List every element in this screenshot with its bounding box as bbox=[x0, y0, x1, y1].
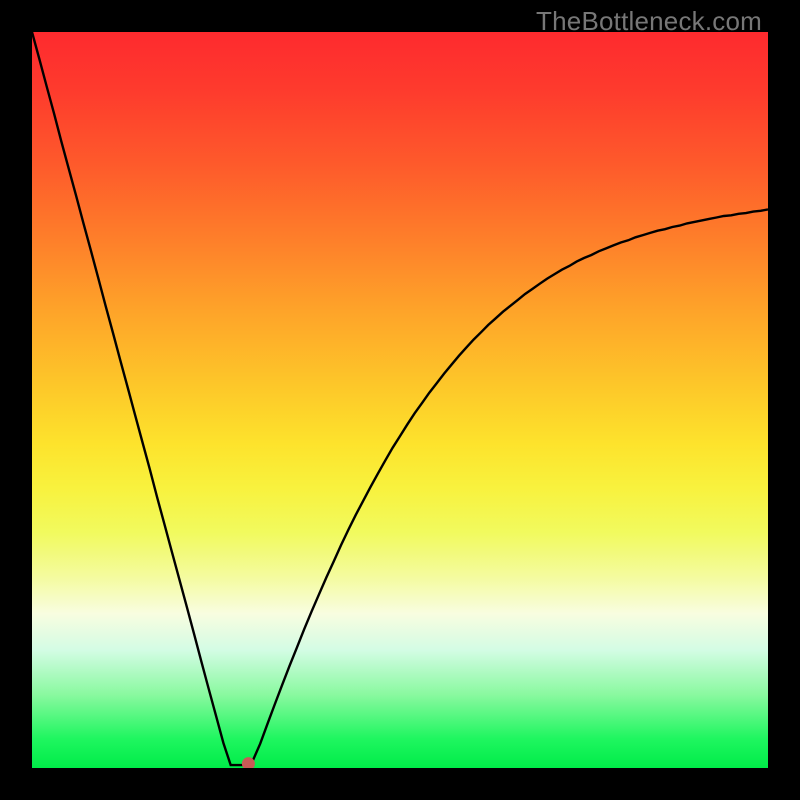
watermark-label: TheBottleneck.com bbox=[536, 6, 762, 37]
chart-frame: TheBottleneck.com bbox=[0, 0, 800, 800]
bottleneck-curve bbox=[32, 32, 768, 765]
chart-curve-layer bbox=[32, 32, 768, 768]
